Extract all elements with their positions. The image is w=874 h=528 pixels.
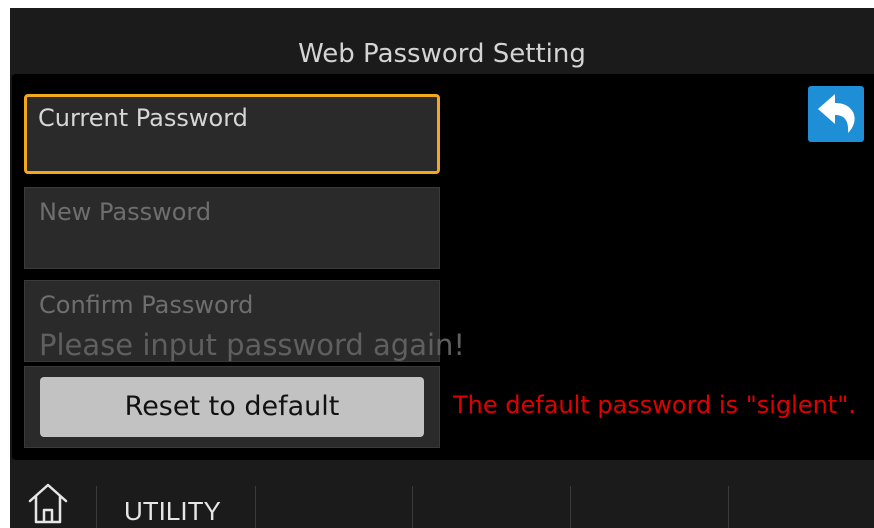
- menu-divider: [570, 486, 571, 528]
- reset-to-default-button[interactable]: Reset to default: [40, 377, 424, 437]
- home-icon: [28, 483, 68, 524]
- bottom-menu-bar: UTILITY: [10, 460, 874, 528]
- default-password-note: The default password is "siglent".: [453, 391, 856, 419]
- confirm-password-label: Confirm Password: [39, 291, 254, 319]
- home-button[interactable]: [10, 460, 96, 528]
- reset-panel: Reset to default: [24, 366, 440, 448]
- back-arrow-icon: [818, 94, 855, 133]
- menu-divider: [728, 486, 729, 528]
- back-button[interactable]: [808, 86, 864, 142]
- menu-divider: [96, 486, 97, 528]
- confirm-password-field[interactable]: Confirm Password Please input password a…: [24, 280, 465, 362]
- title-bar: Web Password Setting: [10, 8, 874, 74]
- confirm-password-hint: Please input password again!: [39, 328, 466, 362]
- new-password-label: New Password: [39, 198, 212, 226]
- current-password-field[interactable]: Current Password: [24, 94, 440, 174]
- page-title: Web Password Setting: [298, 39, 586, 69]
- screen: Web Password Setting Current Password Ne…: [10, 8, 874, 528]
- current-password-label: Current Password: [38, 104, 248, 132]
- menu-divider: [412, 486, 413, 528]
- menu-divider: [255, 486, 256, 528]
- password-settings-panel: Current Password New Password Confirm Pa…: [12, 74, 874, 460]
- utility-menu-button[interactable]: UTILITY: [124, 496, 221, 526]
- new-password-field[interactable]: New Password: [24, 187, 440, 269]
